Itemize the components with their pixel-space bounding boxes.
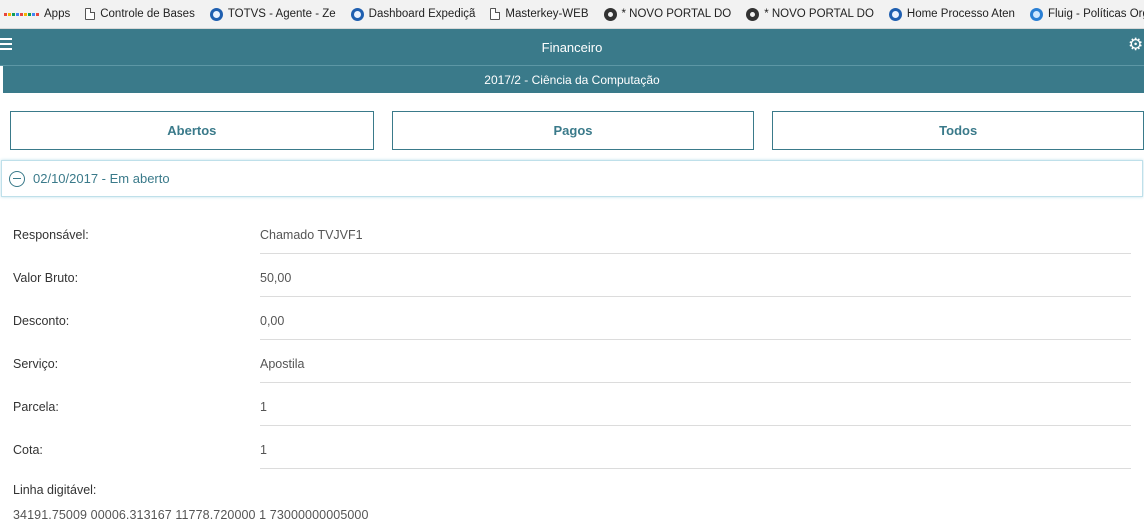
- document-icon: [85, 8, 96, 20]
- apps-grid-icon: [4, 12, 39, 16]
- tab-pagos[interactable]: Pagos: [391, 111, 755, 150]
- hamburger-icon[interactable]: [0, 38, 12, 50]
- minus-circle-icon[interactable]: [9, 170, 25, 187]
- detail-row-valor-bruto: Valor Bruto: 50,00: [13, 254, 1144, 297]
- bookmark-totvs-agente[interactable]: TOTVS - Agente - Ze: [209, 7, 336, 21]
- app-header: Financeiro ⚙: [0, 29, 1144, 65]
- detail-value: 1: [260, 399, 267, 414]
- detail-label: Desconto:: [13, 313, 70, 328]
- period-label: 2017/2 - Ciência da Computação: [484, 72, 660, 87]
- bookmark-novo-portal-2[interactable]: * NOVO PORTAL DO: [746, 7, 874, 21]
- detail-label: Cota:: [13, 442, 43, 457]
- invoice-details: Responsável: Chamado TVJVF1 Valor Bruto:…: [0, 211, 1144, 469]
- detail-value: 0,00: [260, 313, 285, 328]
- detail-label: Parcela:: [13, 399, 59, 414]
- page-title: Financeiro: [541, 39, 603, 55]
- detail-row-servico: Serviço: Apostila: [13, 340, 1144, 383]
- globe-icon: [209, 7, 223, 21]
- filter-tabs: Abertos Pagos Todos: [0, 93, 1144, 150]
- fluig-icon: [1029, 7, 1043, 21]
- tab-todos[interactable]: Todos: [772, 111, 1144, 150]
- bookmark-home-processo[interactable]: Home Processo Aten: [888, 7, 1015, 21]
- linha-digitavel-label: Linha digitável:: [13, 483, 97, 497]
- tab-abertos[interactable]: Abertos: [10, 111, 374, 150]
- bookmark-label: * NOVO PORTAL DO: [621, 8, 732, 20]
- tab-label: Pagos: [553, 123, 593, 138]
- period-header: 2017/2 - Ciência da Computação: [0, 65, 1144, 93]
- invoice-accordion-header[interactable]: 02/10/2017 - Em aberto: [1, 160, 1143, 197]
- detail-label: Valor Bruto:: [13, 270, 79, 285]
- bookmark-label: TOTVS - Agente - Ze: [227, 8, 336, 20]
- bookmark-masterkey-web[interactable]: Masterkey-WEB: [490, 8, 589, 20]
- bookmark-label: Apps: [44, 8, 71, 20]
- detail-row-desconto: Desconto: 0,00: [13, 297, 1144, 340]
- bookmark-label: Fluig - Políticas Orga: [1047, 8, 1144, 20]
- bookmark-label: * NOVO PORTAL DO: [764, 8, 874, 20]
- bookmark-label: Controle de Bases: [100, 8, 195, 20]
- bookmark-label: Home Processo Aten: [906, 8, 1015, 20]
- bookmark-novo-portal-1[interactable]: * NOVO PORTAL DO: [603, 7, 732, 21]
- portal-icon: [603, 7, 617, 21]
- bookmark-dashboard-expedicao[interactable]: Dashboard Expediçã: [350, 7, 476, 21]
- detail-value: Apostila: [260, 356, 305, 371]
- linha-digitavel-value: 34191.75009 00006.313167 11778.720000 1 …: [13, 508, 369, 522]
- bookmark-fluig-politicas[interactable]: Fluig - Políticas Orga: [1029, 7, 1144, 21]
- detail-value: 50,00: [260, 270, 292, 285]
- detail-value: Chamado TVJVF1: [260, 227, 363, 242]
- detail-label: Responsável:: [13, 227, 89, 242]
- globe-icon: [350, 7, 364, 21]
- bookmarks-bar: Apps Controle de Bases TOTVS - Agente - …: [0, 0, 1144, 29]
- tab-label: Abertos: [167, 123, 217, 138]
- tab-label: Todos: [939, 123, 978, 138]
- bookmark-label: Masterkey-WEB: [505, 8, 589, 20]
- globe-icon: [888, 7, 902, 21]
- document-icon: [490, 8, 501, 20]
- bookmark-label: Dashboard Expediçã: [368, 8, 476, 20]
- invoice-title: 02/10/2017 - Em aberto: [33, 171, 170, 186]
- gear-icon[interactable]: ⚙: [1128, 36, 1144, 54]
- bookmark-apps[interactable]: Apps: [4, 8, 70, 20]
- detail-row-parcela: Parcela: 1: [13, 383, 1144, 426]
- detail-value: 1: [260, 442, 267, 457]
- detail-label: Serviço:: [13, 356, 59, 371]
- detail-row-responsavel: Responsável: Chamado TVJVF1: [13, 211, 1144, 254]
- bookmark-controle-de-bases[interactable]: Controle de Bases: [85, 8, 195, 20]
- detail-row-cota: Cota: 1: [13, 426, 1144, 469]
- portal-icon: [746, 7, 760, 21]
